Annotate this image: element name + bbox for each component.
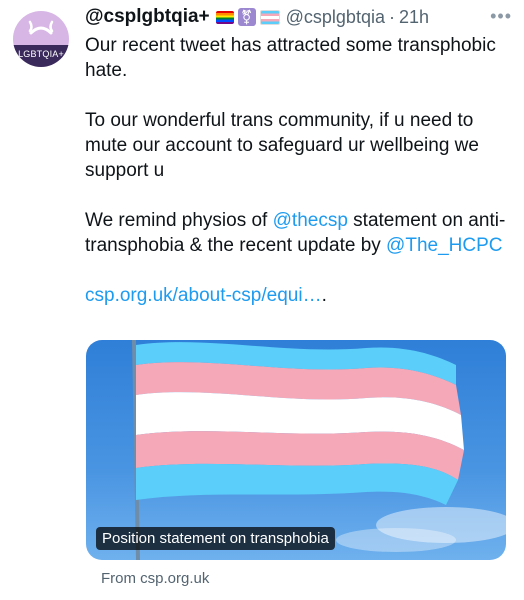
mention-the-hcpc[interactable]: @The_HCPC (386, 235, 502, 256)
timestamp[interactable]: 21h (399, 7, 429, 28)
tweet-header: @csplgbtqia+ ⚧ @csplgbtqia · 21h ••• (85, 4, 512, 30)
paragraph-4: csp.org.uk/about-csp/equi…. (85, 283, 515, 308)
transgender-symbol-icon: ⚧ (237, 8, 256, 26)
mention-thecsp[interactable]: @thecsp (273, 210, 348, 231)
tweet: LGBTQIA+ @csplgbtqia+ ⚧ @csplgbtqia · 21… (0, 0, 524, 600)
tweet-text: Our recent tweet has attracted some tran… (85, 33, 515, 333)
transgender-flag-icon (259, 9, 280, 25)
display-name[interactable]: @csplgbtqia+ (85, 6, 210, 28)
link-period: . (321, 285, 327, 306)
paragraph-2: To our wonderful trans community, if u n… (85, 110, 479, 181)
paragraph-1: Our recent tweet has attracted some tran… (85, 35, 496, 81)
card-source[interactable]: From csp.org.uk (101, 570, 209, 587)
avatar-label: LGBTQIA+ (13, 45, 69, 67)
paragraph-3-prefix: We remind physios of (85, 210, 273, 231)
paragraph-3: We remind physios of @thecsp statement o… (85, 208, 515, 258)
external-link[interactable]: csp.org.uk/about-csp/equi… (85, 285, 322, 306)
avatar[interactable]: LGBTQIA+ (13, 11, 69, 67)
link-preview-card[interactable]: Position statement on transphobia (86, 340, 506, 560)
name-emoji-group: ⚧ (215, 8, 280, 26)
lgbtqia-logo-icon (28, 20, 54, 35)
separator-dot: · (388, 6, 395, 27)
more-options-icon[interactable]: ••• (490, 6, 512, 27)
user-handle[interactable]: @csplgbtqia (286, 7, 385, 28)
card-title: Position statement on transphobia (96, 527, 335, 550)
rainbow-flag-icon (215, 10, 234, 24)
